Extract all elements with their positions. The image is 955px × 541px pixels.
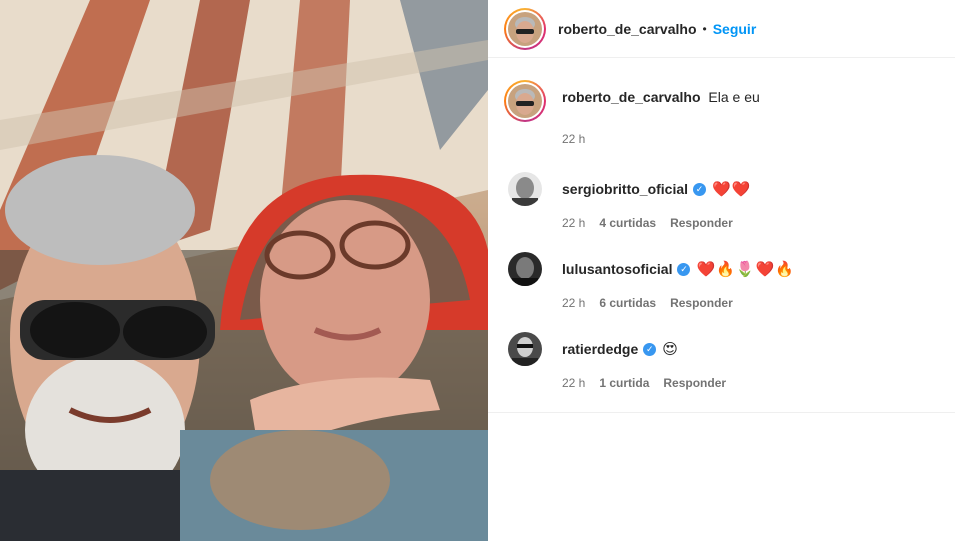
author-avatar[interactable]: [504, 7, 546, 50]
separator-dot: •: [702, 21, 707, 36]
comment-text: ❤️❤️: [712, 181, 752, 198]
comment-item: ratierdedge ✓ 😍: [504, 332, 939, 366]
section-divider: [488, 412, 955, 413]
commenter-username[interactable]: lulusantosoficial: [562, 261, 672, 277]
comment-item: sergiobritto_oficial ✓ ❤️❤️: [504, 172, 939, 206]
post-header: roberto_de_carvalho • Seguir: [488, 0, 955, 58]
verified-badge-icon: ✓: [693, 182, 707, 196]
caption-username[interactable]: roberto_de_carvalho: [562, 89, 701, 105]
commenter-username[interactable]: sergiobritto_oficial: [562, 181, 688, 197]
comment-meta: 22 h 6 curtidas Responder: [562, 296, 939, 310]
verified-badge-icon: ✓: [677, 262, 691, 276]
caption-avatar[interactable]: [504, 80, 546, 122]
commenter-avatar[interactable]: [508, 332, 542, 366]
caption-text: Ela e eu: [708, 89, 760, 105]
comment-meta: 22 h 4 curtidas Responder: [562, 216, 939, 230]
follow-button[interactable]: Seguir: [713, 21, 757, 37]
comment-likes[interactable]: 4 curtidas: [599, 216, 656, 230]
commenter-avatar[interactable]: [508, 172, 542, 206]
comment-time: 22 h: [562, 376, 586, 390]
comment-text: ❤️🔥🌷❤️🔥: [696, 261, 795, 278]
caption: roberto_de_carvalho Ela e eu: [504, 58, 939, 122]
commenter-username[interactable]: ratierdedge: [562, 341, 638, 357]
commenter-avatar[interactable]: [508, 252, 542, 286]
post-photo[interactable]: [0, 0, 488, 541]
comment-time: 22 h: [562, 216, 586, 230]
post-side-panel: roberto_de_carvalho • Seguir roberto_de_…: [488, 0, 955, 541]
reply-button[interactable]: Responder: [670, 216, 733, 230]
comments-list: roberto_de_carvalho Ela e eu 22 h sergio…: [488, 58, 955, 390]
verified-badge-icon: ✓: [643, 342, 657, 356]
comment-likes[interactable]: 1 curtida: [599, 376, 649, 390]
reply-button[interactable]: Responder: [663, 376, 726, 390]
comment-likes[interactable]: 6 curtidas: [599, 296, 656, 310]
caption-meta: 22 h: [562, 132, 939, 146]
author-username[interactable]: roberto_de_carvalho: [558, 21, 697, 37]
comment-meta: 22 h 1 curtida Responder: [562, 376, 939, 390]
reply-button[interactable]: Responder: [670, 296, 733, 310]
comment-time: 22 h: [562, 296, 586, 310]
comment-text: 😍: [662, 341, 679, 358]
comment-item: lulusantosoficial ✓ ❤️🔥🌷❤️🔥: [504, 252, 939, 286]
caption-time: 22 h: [562, 132, 586, 146]
